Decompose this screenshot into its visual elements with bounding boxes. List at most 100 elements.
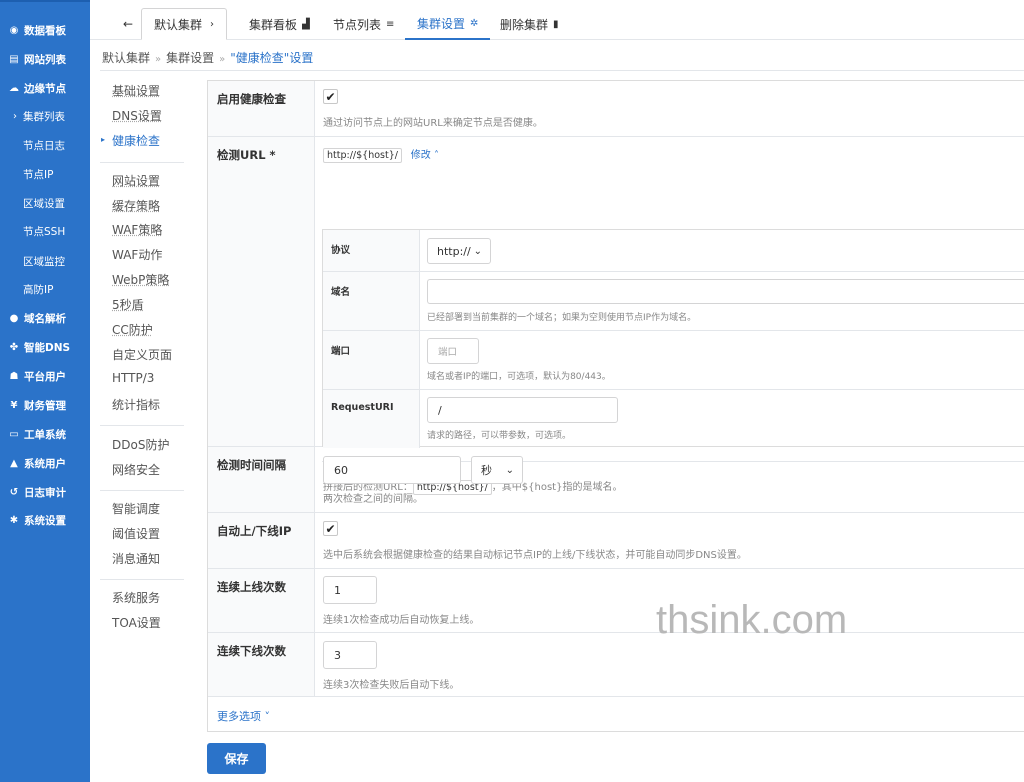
field-label: 连续下线次数	[208, 633, 315, 696]
enable-health-check-checkbox[interactable]: ✔	[323, 89, 338, 104]
nav-label: 高防IP	[23, 283, 54, 296]
nav-label: 平台用户	[24, 370, 66, 383]
menu-5s-shield[interactable]: 5秒盾	[112, 296, 144, 313]
tab-delete-cluster[interactable]: 删除集群 ▮	[500, 8, 559, 40]
tab-cluster[interactable]: 默认集群 ›	[141, 8, 227, 40]
back-button[interactable]: ←	[117, 8, 139, 40]
nav-item-node-ssh[interactable]: 节点SSH	[0, 220, 90, 242]
request-uri-input[interactable]: /	[427, 397, 618, 423]
menu-cache-policy[interactable]: 缓存策略	[112, 197, 160, 214]
tab-cluster-settings[interactable]: 集群设置 ✲	[405, 8, 491, 40]
chevron-right-icon: ›	[210, 18, 215, 30]
row-port: 端口 端口 域名或者IP的端口，可选项，默认为80/443。	[323, 331, 1024, 390]
menu-ddos-protection[interactable]: DDoS防护	[112, 436, 169, 453]
menu-waf-action[interactable]: WAF动作	[112, 246, 162, 263]
select-value: http://	[437, 244, 471, 258]
menu-health-check[interactable]: ▸ 健康检查	[101, 132, 161, 149]
nav-label: 边缘节点	[24, 82, 66, 95]
domain-input[interactable]	[427, 279, 1024, 304]
field-label: 自动上/下线IP	[208, 513, 315, 568]
menu-dns-settings[interactable]: DNS设置	[112, 107, 162, 124]
nav-label: 系统设置	[24, 514, 66, 527]
menu-stat-metrics[interactable]: 统计指标	[112, 396, 160, 413]
globe-icon: ●	[9, 312, 19, 324]
caret-right-icon: ▸	[101, 135, 106, 144]
nav-item-dashboard[interactable]: ◉ 数据看板	[0, 19, 90, 41]
protocol-select[interactable]: http://⌄	[427, 238, 491, 264]
nav-item-tickets[interactable]: ▭ 工单系统	[0, 423, 90, 445]
auto-ip-checkbox[interactable]: ✔	[323, 521, 338, 536]
save-button[interactable]: 保存	[207, 743, 266, 774]
nav-item-node-ip[interactable]: 节点IP	[0, 163, 90, 185]
users-icon: ☗	[9, 370, 19, 382]
nav-item-region-monitor[interactable]: 区域监控	[0, 250, 90, 272]
port-input[interactable]: 端口	[427, 338, 479, 364]
nav-item-platform-users[interactable]: ☗ 平台用户	[0, 365, 90, 387]
row-check-url: 检测URL * http://${host}/ 修改 ˄ 协议 http://⌄…	[208, 137, 1024, 495]
trash-icon: ▮	[553, 18, 559, 30]
chevron-down-icon: ⌄	[505, 464, 514, 476]
chevron-up-icon: ˄	[433, 150, 439, 161]
tab-label: 删除集群	[500, 17, 549, 32]
field-desc: 请求的路径，可以带参数，可选项。	[427, 431, 572, 441]
nav-item-anti-ddos-ip[interactable]: 高防IP	[0, 278, 90, 300]
field-label: 域名	[323, 272, 420, 330]
list-icon: ≡	[386, 18, 395, 30]
tab-cluster-board[interactable]: 集群看板 ▟	[249, 8, 310, 40]
breadcrumb-cluster-settings[interactable]: 集群设置	[166, 51, 214, 65]
nav-item-audit-logs[interactable]: ↺ 日志审计	[0, 481, 90, 503]
online-count-input[interactable]: 1	[323, 576, 377, 604]
breadcrumb-cluster[interactable]: 默认集群	[102, 51, 150, 65]
field-label: RequestURI	[323, 390, 420, 448]
row-more-options: 更多选项 ˅	[208, 697, 1024, 732]
menu-waf-policy[interactable]: WAF策略	[112, 221, 162, 238]
menu-label: 健康检查	[112, 134, 161, 148]
row-offline-count: 连续下线次数 3 连续3次检查失败后自动下线。	[208, 633, 1024, 697]
menu-http3[interactable]: HTTP/3	[112, 371, 154, 385]
yen-icon: ¥	[10, 399, 18, 411]
ticket-icon: ▭	[9, 428, 19, 440]
offline-count-input[interactable]: 3	[323, 641, 377, 669]
nav-item-cluster-list[interactable]: › 集群列表	[0, 105, 90, 127]
menu-threshold-settings[interactable]: 阈值设置	[112, 525, 160, 542]
field-desc: 连续3次检查失败后自动下线。	[323, 680, 460, 691]
menu-webp-policy[interactable]: WebP策略	[112, 271, 169, 288]
nav-item-edge-nodes[interactable]: ☁ 边缘节点	[0, 77, 90, 99]
menu-message-notify[interactable]: 消息通知	[112, 550, 160, 567]
field-desc: 两次检查之间的间隔。	[323, 494, 423, 505]
top-tabs: ← 默认集群 › 集群看板 ▟ 节点列表 ≡ 集群设置 ✲ 删除集群 ▮	[90, 0, 1024, 40]
nav-label: 智能DNS	[24, 341, 71, 354]
breadcrumb-sep: »	[155, 54, 162, 65]
nav-item-finance[interactable]: ¥ 财务管理	[0, 394, 90, 416]
nav-item-system-users[interactable]: ▲ 系统用户	[0, 452, 90, 474]
menu-toa-settings[interactable]: TOA设置	[112, 614, 161, 631]
menu-system-services[interactable]: 系统服务	[112, 589, 160, 606]
tab-label: 集群看板	[249, 17, 298, 32]
user-lock-icon: ▲	[10, 457, 18, 469]
menu-cc-protection[interactable]: CC防护	[112, 321, 153, 338]
menu-custom-pages[interactable]: 自定义页面	[112, 346, 172, 363]
tab-node-list[interactable]: 节点列表 ≡	[333, 8, 394, 40]
nav-item-smart-dns[interactable]: ✤ 智能DNS	[0, 336, 90, 358]
nav-item-dns-resolve[interactable]: ● 域名解析	[0, 307, 90, 329]
nav-item-system-settings[interactable]: ✱ 系统设置	[0, 509, 90, 531]
more-options-link[interactable]: 更多选项 ˅	[217, 708, 270, 724]
modify-url-link[interactable]: 修改 ˄	[411, 150, 439, 161]
menu-divider	[100, 490, 184, 491]
nav-label: 节点IP	[23, 168, 54, 181]
menu-network-security[interactable]: 网络安全	[112, 461, 160, 478]
menu-website-settings[interactable]: 网站设置	[112, 172, 160, 189]
field-desc: 通过访问节点上的网站URL来确定节点是否健康。	[323, 118, 543, 129]
menu-basic-settings[interactable]: 基础设置	[112, 82, 160, 99]
tab-label: 节点列表	[333, 17, 382, 32]
interval-input[interactable]: 60	[323, 456, 461, 484]
nav-item-websites[interactable]: ▤ 网站列表	[0, 48, 90, 70]
field-desc: 选中后系统会根据健康检查的结果自动标记节点IP的上线/下线状态，并可能自动同步D…	[323, 550, 747, 561]
interval-unit-select[interactable]: 秒 ⌄	[471, 456, 523, 484]
nav-label: 工单系统	[24, 428, 66, 441]
tab-label: 集群设置	[417, 16, 466, 31]
nav-label: 日志审计	[24, 486, 66, 499]
menu-smart-scheduling[interactable]: 智能调度	[112, 500, 160, 517]
nav-item-node-logs[interactable]: 节点日志	[0, 134, 90, 156]
nav-item-region-settings[interactable]: 区域设置	[0, 192, 90, 214]
